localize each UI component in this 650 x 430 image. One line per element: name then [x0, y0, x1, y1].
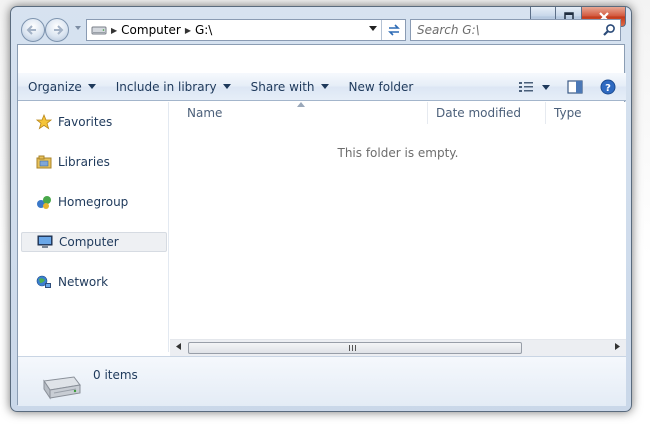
- nav-item-favorites[interactable]: Favorites: [21, 112, 167, 132]
- include-in-library-button[interactable]: Include in library: [106, 76, 241, 98]
- empty-folder-message: This folder is empty.: [337, 146, 459, 160]
- search-icon[interactable]: [602, 23, 616, 37]
- computer-icon: [37, 235, 53, 248]
- organize-label: Organize: [28, 79, 82, 94]
- include-in-library-label: Include in library: [115, 79, 217, 94]
- nav-item-label: Libraries: [58, 155, 110, 169]
- nav-item-label: Computer: [59, 235, 119, 249]
- view-controls: ?: [508, 73, 626, 101]
- forward-button[interactable]: [45, 18, 69, 42]
- navigation-row: ▶ Computer ▶ G:\: [11, 7, 631, 44]
- nav-item-network[interactable]: Network: [21, 272, 167, 292]
- nav-item-computer[interactable]: Computer: [21, 232, 167, 252]
- back-arrow-icon: [26, 25, 36, 35]
- nav-item-label: Favorites: [58, 115, 113, 129]
- scroll-left-icon: [176, 343, 181, 350]
- address-history-dropdown[interactable]: [365, 20, 381, 40]
- back-button[interactable]: [21, 18, 45, 42]
- file-list[interactable]: Name Date modified Type This folder is e…: [170, 102, 626, 340]
- breadcrumb-computer[interactable]: Computer: [121, 23, 181, 37]
- navigation-pane: Favorites Libraries Homegroup Computer N…: [18, 102, 169, 352]
- star-icon: [36, 114, 52, 130]
- breadcrumb-drive[interactable]: G:\: [195, 23, 212, 37]
- share-with-button[interactable]: Share with: [241, 76, 339, 98]
- chevron-down-icon: [320, 84, 329, 89]
- libraries-icon: [36, 155, 52, 169]
- item-count: 0 items: [93, 368, 138, 382]
- address-bar[interactable]: ▶ Computer ▶ G:\: [86, 19, 406, 41]
- new-folder-label: New folder: [348, 79, 414, 94]
- recent-pages-dropdown[interactable]: [72, 22, 84, 36]
- chevron-down-icon: [369, 26, 377, 31]
- command-bar: Organize Include in library Share with N…: [18, 73, 626, 101]
- chevron-down-icon: [87, 84, 96, 89]
- search-input[interactable]: [411, 20, 597, 40]
- column-header-type[interactable]: Type: [545, 102, 625, 124]
- share-with-label: Share with: [250, 79, 315, 94]
- explorer-window: ▶ Computer ▶ G:\ Organ: [10, 6, 632, 412]
- drive-icon: [91, 26, 107, 35]
- scrollbar-grip-icon: [349, 345, 356, 351]
- help-icon: ?: [600, 79, 616, 95]
- drive-icon: [43, 376, 81, 400]
- column-header-row: Name Date modified Type: [170, 102, 626, 124]
- organize-button[interactable]: Organize: [18, 76, 106, 98]
- horizontal-scrollbar[interactable]: [170, 339, 626, 356]
- breadcrumb-separator-icon[interactable]: ▶: [111, 26, 117, 35]
- preview-pane-button[interactable]: [564, 76, 586, 98]
- chevron-down-icon: [75, 26, 81, 30]
- scrollbar-thumb[interactable]: [188, 342, 522, 354]
- scroll-right-button[interactable]: [609, 340, 626, 356]
- refresh-button[interactable]: [381, 20, 405, 40]
- details-pane: 0 items: [18, 356, 626, 406]
- network-icon: [36, 275, 51, 288]
- column-header-name[interactable]: Name: [179, 102, 429, 124]
- breadcrumb-separator-icon[interactable]: ▶: [185, 26, 191, 35]
- refresh-icon: [387, 24, 400, 36]
- homegroup-icon: [37, 196, 51, 209]
- preview-pane-icon: [567, 80, 583, 94]
- search-box: [410, 19, 621, 41]
- help-button[interactable]: ?: [596, 76, 620, 98]
- change-view-button[interactable]: [516, 76, 552, 98]
- chevron-down-icon: [222, 84, 231, 89]
- nav-item-homegroup[interactable]: Homegroup: [21, 192, 167, 212]
- forward-arrow-icon: [54, 25, 64, 35]
- nav-item-label: Network: [58, 275, 109, 289]
- view-details-icon: [519, 82, 533, 92]
- scroll-right-icon: [615, 343, 620, 350]
- svg-text:?: ?: [605, 83, 611, 94]
- chevron-down-icon: [542, 84, 550, 90]
- nav-item-label: Homegroup: [58, 195, 129, 209]
- nav-item-libraries[interactable]: Libraries: [21, 152, 167, 172]
- column-header-date-modified[interactable]: Date modified: [427, 102, 545, 124]
- scroll-left-button[interactable]: [170, 340, 187, 356]
- new-folder-button[interactable]: New folder: [339, 76, 424, 98]
